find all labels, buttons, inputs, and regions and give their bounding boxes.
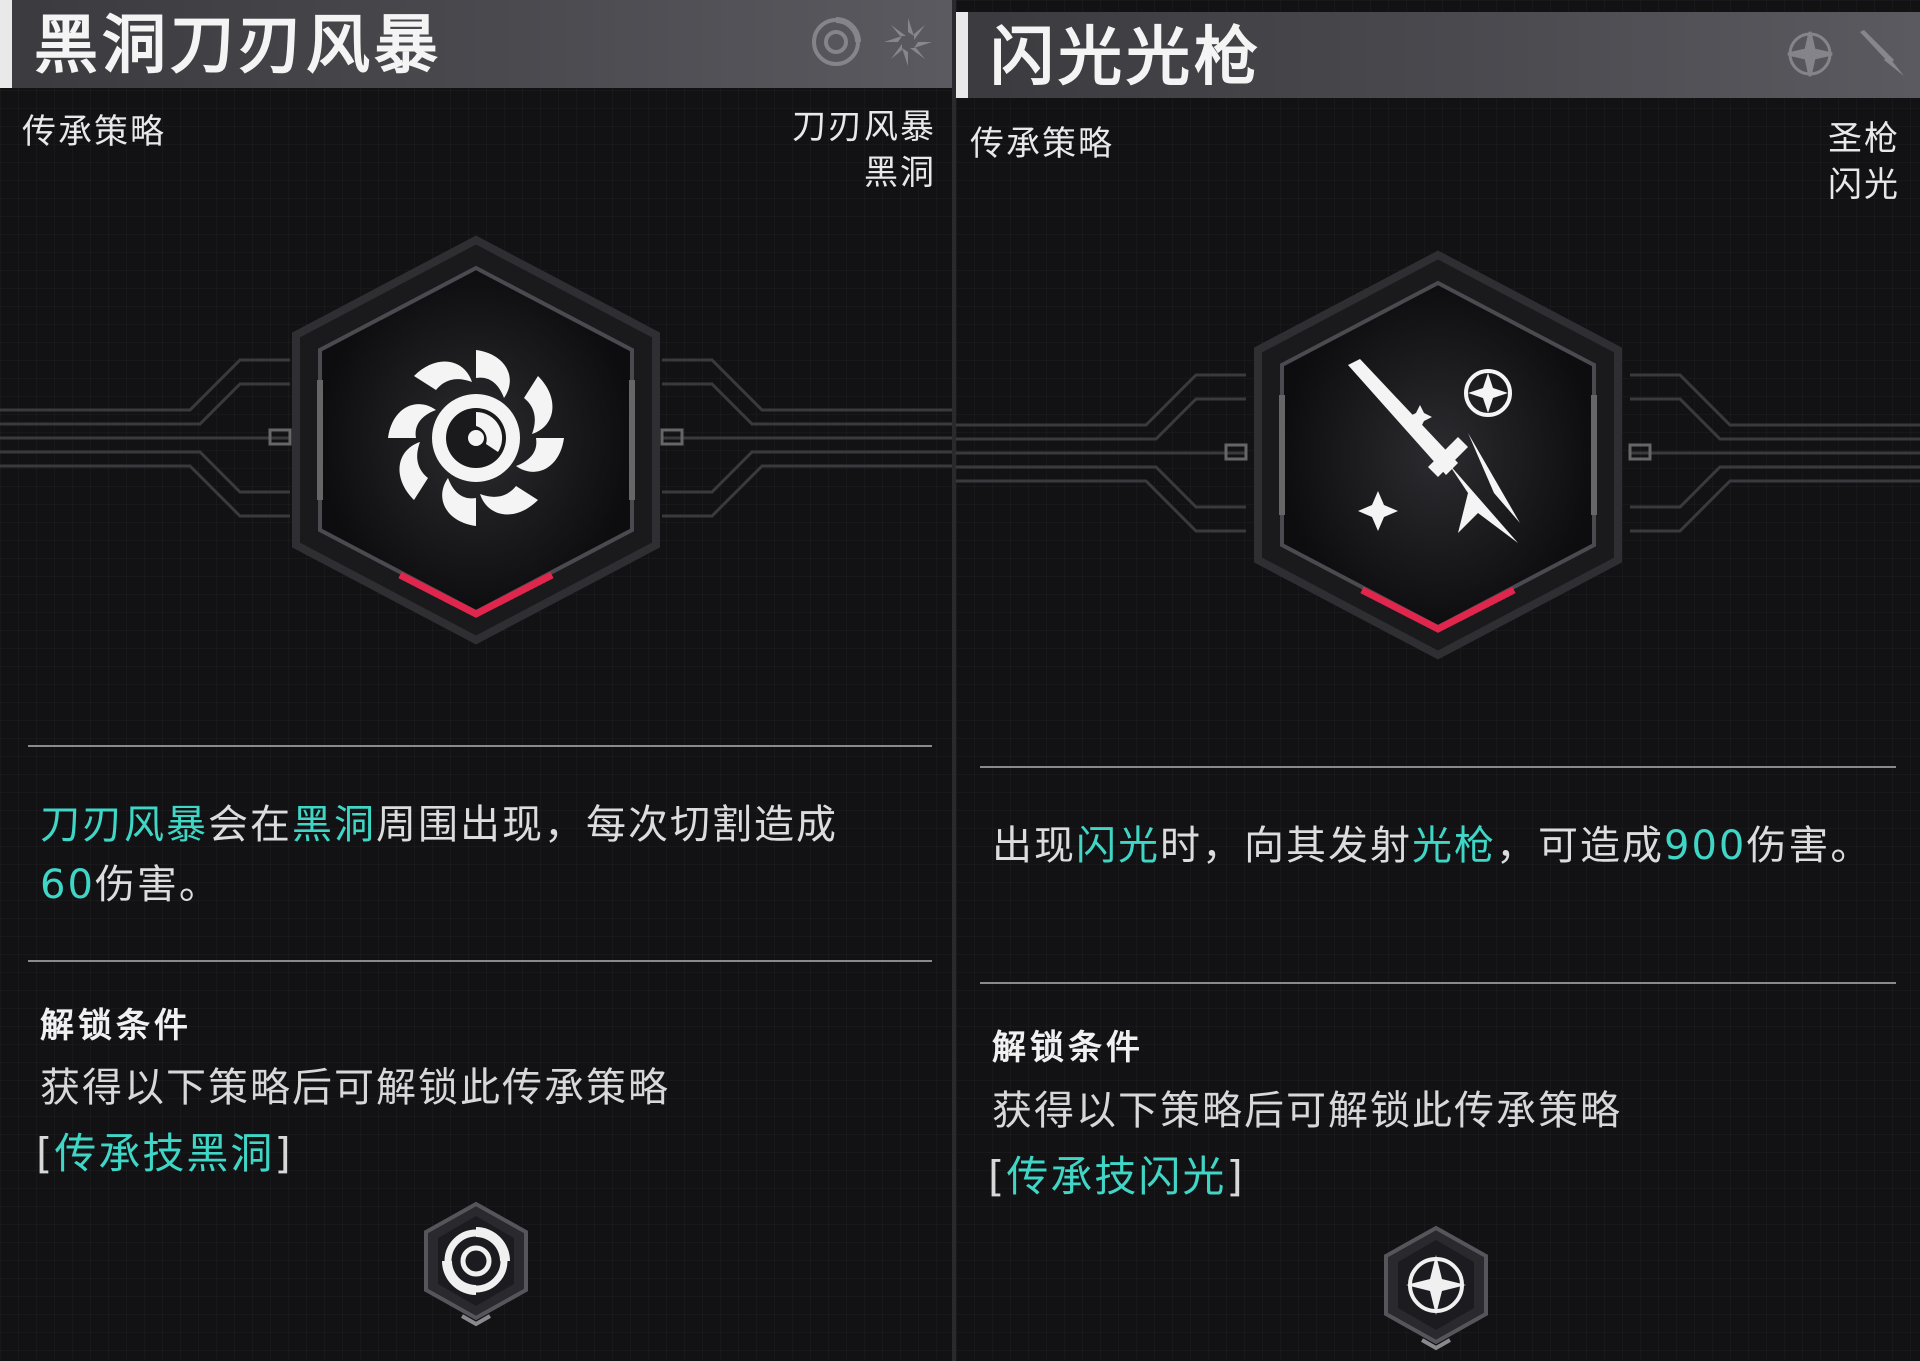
desc-text: 会在 xyxy=(208,802,292,848)
bracket-open: [ xyxy=(988,1152,1007,1201)
unlock-description: 获得以下策略后可解锁此传承策略 xyxy=(992,1088,1622,1134)
bracket-close: ] xyxy=(1226,1152,1245,1201)
required-skill-sparkle-icon[interactable] xyxy=(1376,1222,1496,1352)
strategy-description: 刀刃风暴会在黑洞周围出现，每次切割造成 60伤害。 xyxy=(40,795,920,915)
bracket-open: [ xyxy=(36,1129,55,1178)
required-skill-name: 传承技闪光 xyxy=(1006,1152,1227,1201)
divider-bottom xyxy=(28,960,932,962)
card-header: 黑洞刀刃风暴 xyxy=(0,0,952,88)
keyword-flash: 闪光 xyxy=(1076,823,1160,869)
strategy-tags: 刀刃风暴 黑洞 xyxy=(792,104,936,196)
strategy-category: 传承策略 xyxy=(970,124,1114,164)
desc-text: 伤害。 xyxy=(1746,823,1873,869)
desc-text: 时，向其发射 xyxy=(1160,823,1412,869)
damage-value: 900 xyxy=(1664,823,1747,869)
circuit-lines-left xyxy=(956,373,1246,533)
strategy-card-flash-spear[interactable]: 闪光光枪 传承策略 圣枪 闪光 出现闪光时，向其发射光枪，可造成900伤害。 解… xyxy=(956,0,1920,1361)
desc-text: ，可造成 xyxy=(1496,823,1664,869)
keyword-blade-storm: 刀刃风暴 xyxy=(40,802,208,848)
unlock-description: 获得以下策略后可解锁此传承策略 xyxy=(40,1065,670,1111)
strategy-card-blade-storm[interactable]: 黑洞刀刃风暴 传承策略 刀刃风暴 黑洞 刀刃风暴会在黑洞周围出现，每次切割造成 … xyxy=(0,0,952,1361)
unlock-requirement-link[interactable]: [传承技闪光] xyxy=(988,1143,1245,1204)
divider-top xyxy=(980,766,1896,768)
desc-text: 伤害。 xyxy=(94,862,221,908)
header-accent-bar xyxy=(956,12,968,98)
keyword-light-spear: 光枪 xyxy=(1412,823,1496,869)
hexagon-emblem xyxy=(956,250,1920,660)
tag-blade-storm: 刀刃风暴 xyxy=(792,107,936,147)
vortex-icon xyxy=(812,17,861,66)
required-skill-name: 传承技黑洞 xyxy=(54,1129,275,1178)
circuit-lines-right xyxy=(662,358,952,518)
required-skill-vortex-icon[interactable] xyxy=(416,1198,536,1328)
unlock-title: 解锁条件 xyxy=(40,1006,192,1046)
card-header: 闪光光枪 xyxy=(956,12,1920,98)
hexagon-emblem xyxy=(0,235,952,645)
header-accent-bar xyxy=(0,0,12,88)
circuit-lines-left xyxy=(0,358,290,518)
divider-bottom xyxy=(980,982,1896,984)
card-title: 闪光光枪 xyxy=(990,21,1262,95)
tag-flash: 闪光 xyxy=(1828,165,1900,205)
damage-value: 60 xyxy=(40,862,95,908)
unlock-title: 解锁条件 xyxy=(992,1028,1144,1068)
screenshot-stage: 黑洞刀刃风暴 传承策略 刀刃风暴 黑洞 刀刃风暴会在黑洞周围出现，每次切割造成 … xyxy=(0,0,1920,1361)
strategy-category: 传承策略 xyxy=(22,112,166,152)
divider-top xyxy=(28,745,932,747)
desc-text: 出现 xyxy=(992,823,1076,869)
card-title: 黑洞刀刃风暴 xyxy=(34,9,442,83)
strategy-description: 出现闪光时，向其发射光枪，可造成900伤害。 xyxy=(992,816,1892,876)
unlock-requirement-link[interactable]: [传承技黑洞] xyxy=(36,1120,293,1181)
keyword-black-hole: 黑洞 xyxy=(292,802,376,848)
bracket-close: ] xyxy=(274,1129,293,1178)
circuit-lines-right xyxy=(1630,373,1920,533)
tag-black-hole: 黑洞 xyxy=(864,153,936,193)
strategy-tags: 圣枪 闪光 xyxy=(1828,116,1900,208)
blade-storm-icon xyxy=(884,18,932,66)
tag-holy-spear: 圣枪 xyxy=(1828,119,1900,159)
sparkle-icon xyxy=(1787,31,1833,77)
spear-icon xyxy=(1860,30,1904,76)
desc-text: 周围出现，每次切割造成 xyxy=(376,802,838,848)
